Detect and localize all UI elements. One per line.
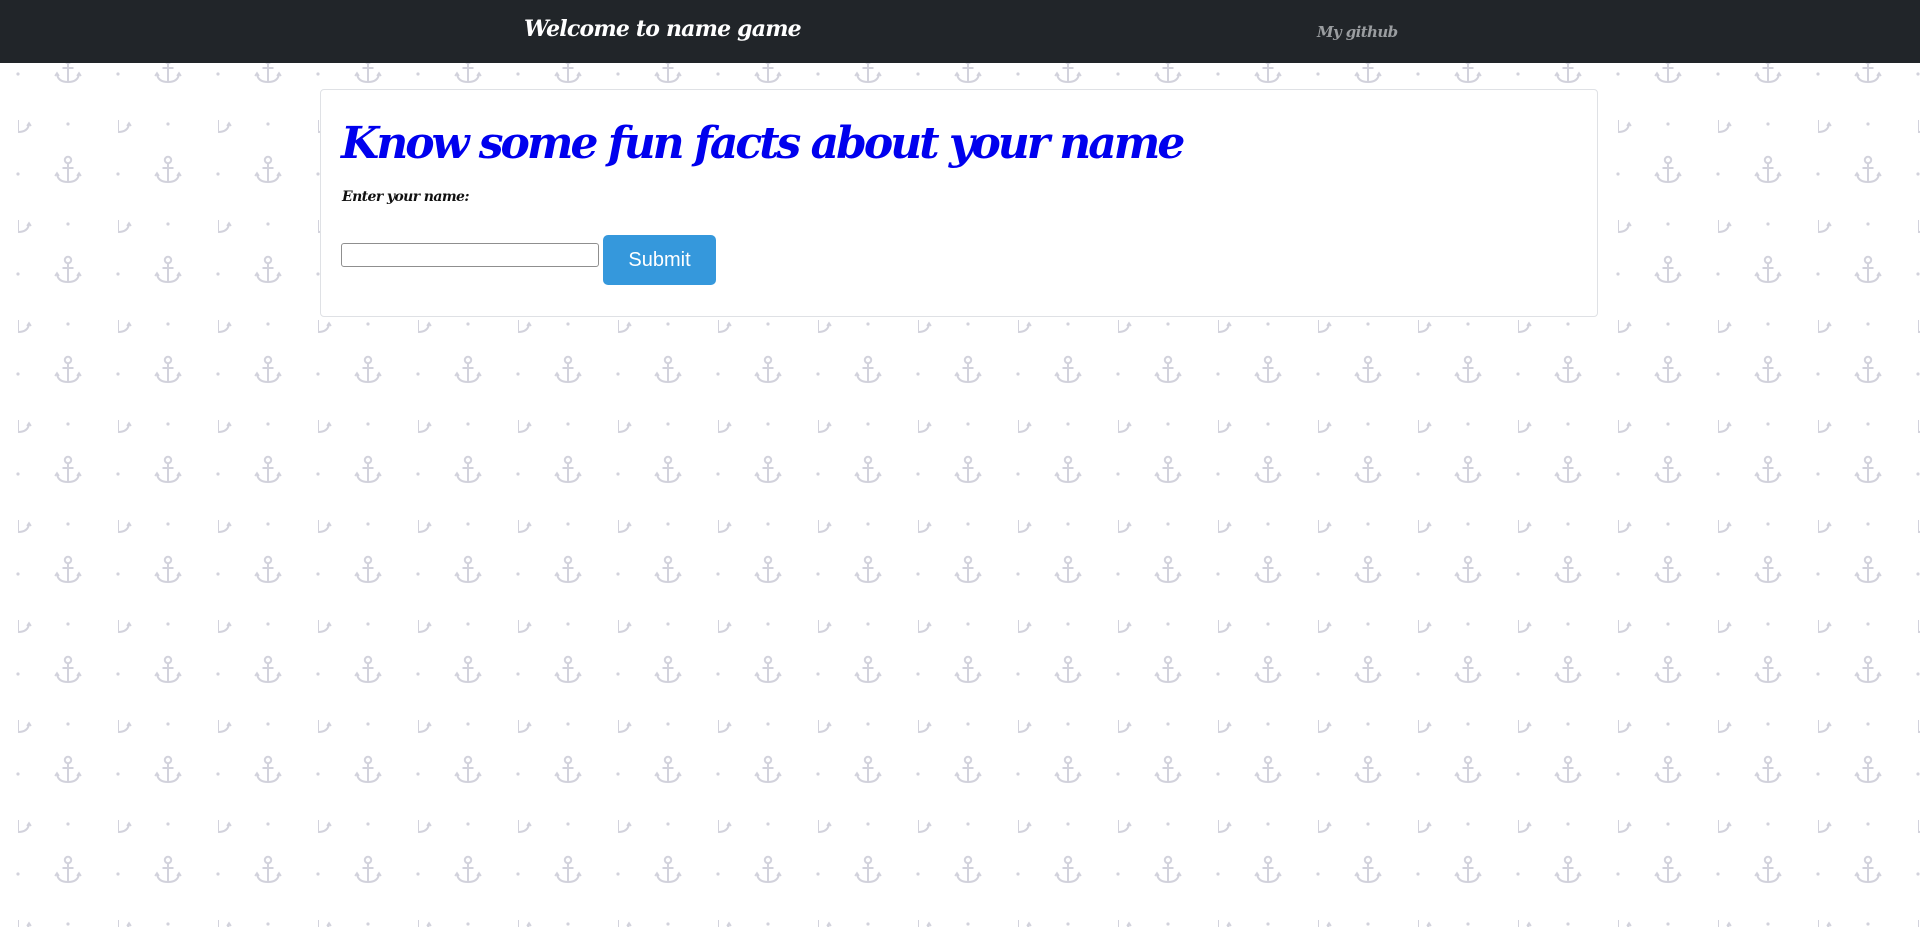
- top-navbar: Welcome to name game My github: [0, 0, 1920, 63]
- github-link[interactable]: My github: [1317, 23, 1398, 41]
- main-card: Know some fun facts about your name Ente…: [320, 89, 1598, 317]
- submit-button[interactable]: Submit: [603, 235, 716, 285]
- navbar-brand[interactable]: Welcome to name game: [524, 16, 802, 42]
- name-field-label: Enter your name:: [342, 189, 470, 205]
- name-input[interactable]: [341, 243, 599, 267]
- page-title: Know some fun facts about your name: [341, 118, 1185, 169]
